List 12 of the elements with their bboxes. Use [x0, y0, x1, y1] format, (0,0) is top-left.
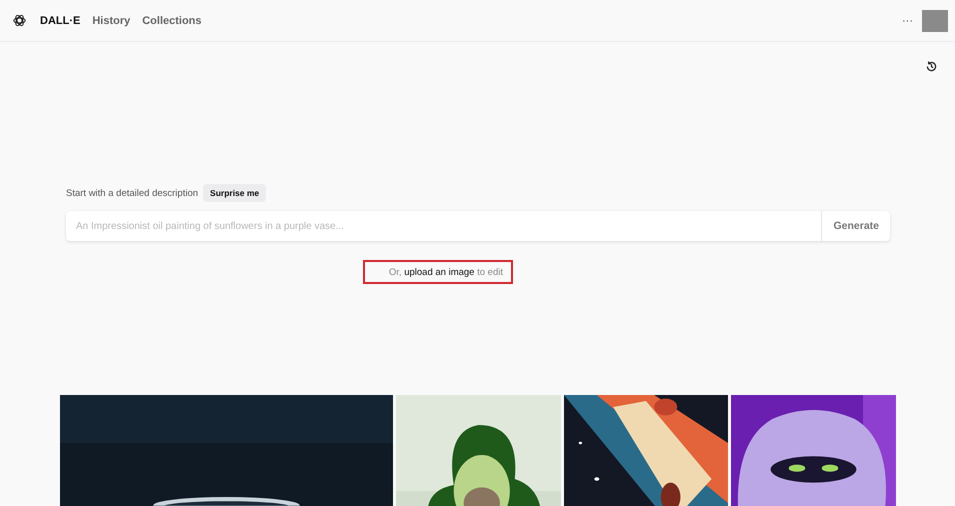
nav-link[interactable]: Collections — [142, 14, 202, 26]
logo-icon[interactable] — [12, 13, 27, 28]
history-icon[interactable] — [925, 60, 938, 73]
avatar[interactable] — [922, 10, 948, 32]
nav-link[interactable]: History — [92, 14, 130, 26]
prompt-label: Start with a detailed description — [66, 188, 198, 198]
brand-name[interactable]: DALL·E — [40, 14, 80, 26]
upload-prompt[interactable]: Or, upload an image to edit — [388, 266, 503, 278]
generate-button[interactable]: Generate — [821, 211, 890, 241]
more-button[interactable]: ··· — [898, 14, 917, 26]
prompt-field[interactable]: An Impressionist oil painting of sunflowers in a purple vase... Generate — [66, 211, 890, 241]
surprise-me-button[interactable]: Surprise me — [203, 184, 266, 202]
